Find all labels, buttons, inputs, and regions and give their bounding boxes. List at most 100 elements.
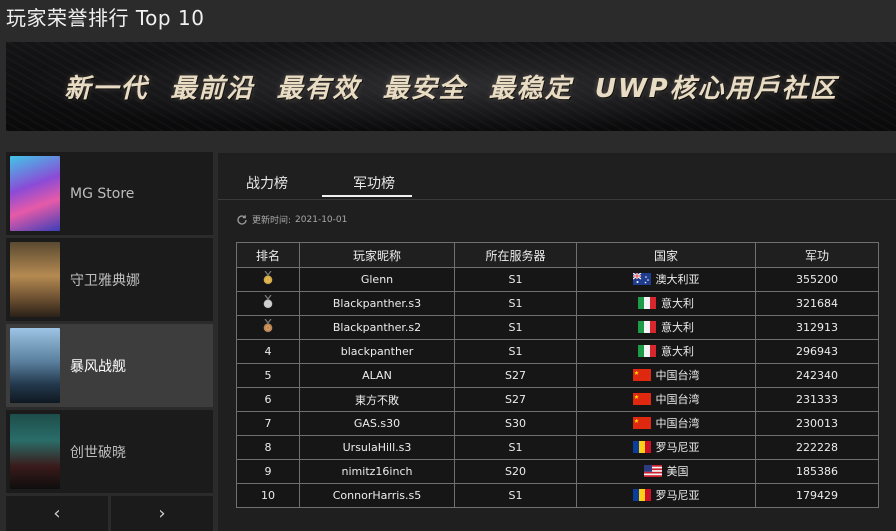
country-cell: 中国台湾: [576, 387, 756, 412]
country-name: 中国台湾: [655, 393, 700, 406]
country-name: 罗马尼亚: [655, 489, 700, 502]
chevron-right-icon: ›: [158, 503, 166, 524]
merit-cell-text: 355200: [796, 273, 838, 286]
gold-medal-icon: [263, 270, 273, 288]
sidebar-item-athena[interactable]: 守卫雅典娜: [6, 238, 213, 321]
player-name-cell-text: Glenn: [360, 273, 394, 286]
player-name-cell: ALAN: [299, 363, 455, 388]
column-header-rank: 排名: [236, 242, 300, 268]
rank-cell: 10: [236, 483, 300, 508]
au-flag-icon: [632, 273, 651, 285]
server-cell-text: S27: [505, 393, 526, 406]
player-name-cell-text: Blackpanther.s2: [332, 321, 422, 334]
update-time-value: 2021-10-01: [295, 214, 348, 225]
player-name-cell: 東方不敗: [299, 387, 455, 412]
it-flag-icon: [638, 345, 656, 357]
country-cell: 意大利: [576, 315, 756, 340]
country-name: 意大利: [661, 321, 694, 334]
country-cell: 中国台湾: [576, 363, 756, 388]
merit-cell: 222228: [755, 435, 879, 460]
rank-number: 7: [264, 417, 272, 430]
player-name-cell-text: ConnorHarris.s5: [332, 489, 422, 502]
table-header-row: 排名 玩家昵称 所在服务器 国家 军功: [236, 242, 879, 268]
next-page-button[interactable]: ›: [111, 496, 213, 531]
column-header-merit: 军功: [755, 242, 879, 268]
sidebar-item-storm-warship[interactable]: 暴风战舰: [6, 324, 213, 407]
tab-military-merit[interactable]: 军功榜: [353, 173, 395, 193]
rank-number: 4: [264, 345, 272, 358]
tab-combat-power[interactable]: 战力榜: [246, 173, 288, 193]
server-cell: S1: [454, 435, 577, 460]
table-row: 7 GAS.s30 S30 中国台湾 230013: [236, 411, 879, 436]
page-title: 玩家荣誉排行 Top 10: [6, 6, 205, 30]
server-cell: S1: [454, 339, 577, 364]
table-row: 4 blackpanther S1 意大利 296943: [236, 339, 879, 364]
sidebar-item-mg-store[interactable]: MG Store: [6, 152, 213, 235]
player-name-cell: ConnorHarris.s5: [299, 483, 455, 508]
game-cover-image: [10, 414, 60, 489]
sidebar-item-genesis-dawn[interactable]: 创世破晓: [6, 410, 213, 493]
rank-cell: 7: [236, 411, 300, 436]
merit-cell: 321684: [755, 291, 879, 316]
table-row: 9 nimitz16inch S20 美国 185386: [236, 459, 879, 484]
previous-page-button[interactable]: ‹: [6, 496, 108, 531]
country-cell: 中国台湾: [576, 411, 756, 436]
sidebar-item-label: 暴风战舰: [70, 358, 126, 375]
merit-cell-text: 321684: [796, 297, 838, 310]
it-flag-icon: [638, 297, 656, 309]
cn-flag-icon: [632, 417, 651, 429]
player-name-cell-text: 東方不敗: [355, 393, 399, 407]
column-header-nickname: 玩家昵称: [299, 242, 455, 268]
leaderboard-tabs: 战力榜 军功榜: [218, 153, 896, 200]
server-cell-text: S1: [508, 273, 523, 286]
server-cell: S27: [454, 363, 577, 388]
server-cell: S1: [454, 483, 577, 508]
merit-cell: 230013: [755, 411, 879, 436]
table-row: Blackpanther.s3 S1 意大利 321684: [236, 291, 879, 316]
server-cell-text: S1: [508, 441, 523, 454]
country-name: 美国: [666, 465, 689, 478]
update-time: 更新时间: 2021-10-01: [236, 213, 347, 226]
server-cell-text: S1: [508, 297, 523, 310]
merit-cell-text: 185386: [796, 465, 838, 478]
rank-cell: [236, 267, 300, 292]
country-cell: 澳大利亚: [576, 267, 756, 292]
player-name-cell-text: ALAN: [362, 369, 392, 382]
player-name-cell: UrsulaHill.s3: [299, 435, 455, 460]
sidebar-item-label: MG Store: [70, 185, 135, 202]
rank-number: 8: [264, 441, 272, 454]
country-cell: 罗马尼亚: [576, 483, 756, 508]
merit-cell: 312913: [755, 315, 879, 340]
cn-flag-icon: [632, 393, 651, 405]
rank-cell: [236, 315, 300, 340]
table-row: 5 ALAN S27 中国台湾 242340: [236, 363, 879, 388]
rank-number: 9: [264, 465, 272, 478]
rank-number: 10: [261, 489, 275, 502]
game-cover-image: [10, 156, 60, 231]
server-cell-text: S30: [505, 417, 526, 430]
player-name-cell: Glenn: [299, 267, 455, 292]
country-name: 中国台湾: [655, 369, 700, 382]
table-row: 8 UrsulaHill.s3 S1 罗马尼亚 222228: [236, 435, 879, 460]
merit-cell: 231333: [755, 387, 879, 412]
refresh-icon[interactable]: [236, 214, 248, 226]
player-name-cell: nimitz16inch: [299, 459, 455, 484]
leaderboard-panel: 战力榜 军功榜 更新时间: 2021-10-01 排名 玩家昵称 所在服务器 国…: [218, 153, 896, 531]
ro-flag-icon: [632, 489, 651, 501]
player-name-cell-text: nimitz16inch: [341, 465, 413, 478]
sidebar-item-label: 守卫雅典娜: [70, 272, 140, 289]
rank-cell: 8: [236, 435, 300, 460]
bronze-medal-icon: [263, 318, 273, 336]
player-name-cell: Blackpanther.s2: [299, 315, 455, 340]
merit-cell: 242340: [755, 363, 879, 388]
merit-cell: 355200: [755, 267, 879, 292]
server-cell: S20: [454, 459, 577, 484]
merit-cell-text: 179429: [796, 489, 838, 502]
merit-cell-text: 242340: [796, 369, 838, 382]
player-name-cell: Blackpanther.s3: [299, 291, 455, 316]
rank-cell: [236, 291, 300, 316]
server-cell-text: S1: [508, 345, 523, 358]
community-banner: 新一代 最前沿 最有效 最安全 最稳定 UWP核心用戶社区: [6, 42, 896, 131]
country-name: 意大利: [661, 345, 694, 358]
merit-cell: 179429: [755, 483, 879, 508]
